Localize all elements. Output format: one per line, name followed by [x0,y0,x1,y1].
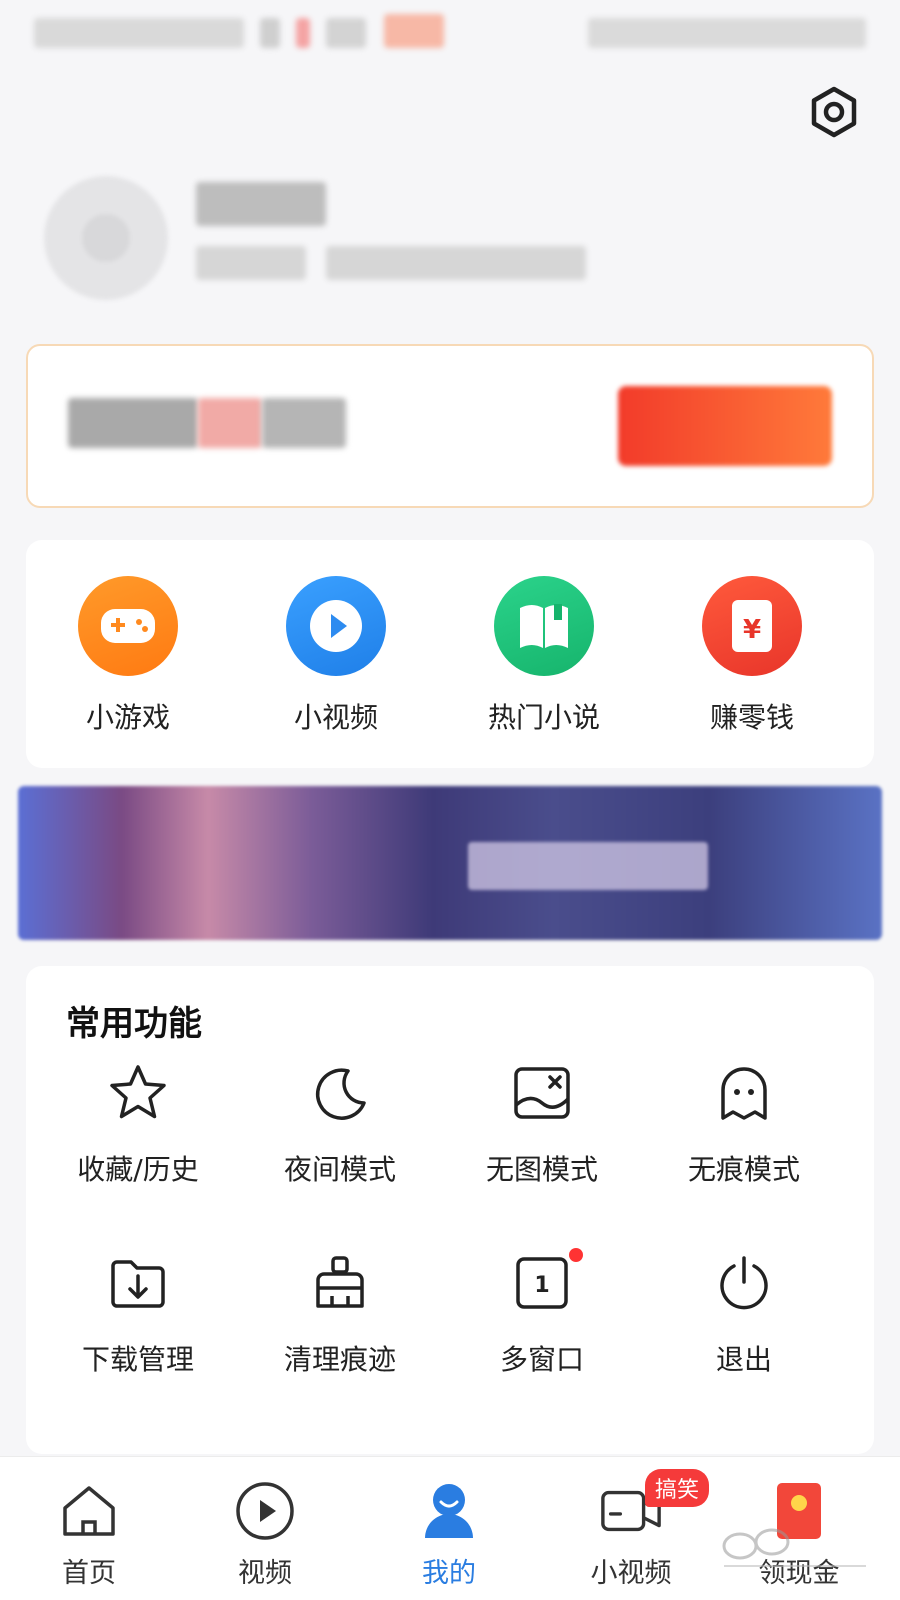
function-label: 退出 [715,1343,772,1376]
camera-icon: 搞笑 [599,1469,710,1543]
window-count-icon: 1 [507,1248,583,1318]
user-profile[interactable] [44,176,644,306]
section-title: 常用功能 [66,1004,202,1044]
play-circle-icon [286,576,386,676]
tab-label: 视频 [238,1558,292,1589]
common-functions-card: 常用功能 收藏/历史 夜间模式 无图模式 无痕模式 下载管理 清理痕迹 1 多窗… [26,966,874,1454]
function-label: 多窗口 [499,1343,584,1376]
tab-label: 首页 [62,1558,116,1589]
ghost-icon [709,1058,779,1128]
book-icon [494,576,594,676]
exit-button[interactable]: 退出 [644,1248,844,1398]
function-label: 无痕模式 [687,1153,800,1186]
function-label: 夜间模式 [283,1153,396,1186]
promo-banner[interactable] [18,786,882,940]
tab-badge: 搞笑 [645,1469,710,1507]
svg-text:¥: ¥ [743,615,761,645]
function-label: 下载管理 [81,1343,194,1376]
function-label: 清理痕迹 [283,1343,396,1376]
tab-video[interactable]: 视频 [190,1479,340,1599]
multi-window-button[interactable]: 1 多窗口 [442,1248,642,1398]
download-folder-icon [103,1248,173,1318]
username-placeholder [196,182,326,226]
notification-dot [569,1248,583,1262]
watermark-logo [710,1522,880,1578]
quick-action-games[interactable]: 小游戏 [28,576,228,736]
download-manager-button[interactable]: 下载管理 [38,1248,238,1398]
tab-label: 我的 [422,1558,476,1589]
incognito-mode-button[interactable]: 无痕模式 [644,1058,844,1208]
status-bar [34,14,866,50]
tab-home[interactable]: 首页 [14,1479,164,1599]
account-info-placeholder [196,246,306,280]
red-envelope-icon: ¥ [702,576,802,676]
favorites-history-button[interactable]: 收藏/历史 [38,1058,238,1208]
tab-me[interactable]: 我的 [374,1479,524,1599]
promo-text-placeholder-2 [198,398,262,448]
home-icon [57,1479,121,1543]
power-icon [709,1248,779,1318]
quick-actions-card: 小游戏 小视频 热门小说 ¥ 赚零钱 [26,540,874,768]
night-mode-button[interactable]: 夜间模式 [240,1058,440,1208]
brush-icon [305,1248,375,1318]
tab-short-video[interactable]: 搞笑 小视频 [556,1469,710,1599]
quick-action-short-video[interactable]: 小视频 [236,576,436,736]
promo-action-button[interactable] [618,386,832,466]
quick-action-label: 赚零钱 [709,701,794,734]
function-label: 无图模式 [485,1153,598,1186]
video-play-icon [233,1479,297,1543]
tab-label: 小视频 [590,1558,672,1589]
promo-text-placeholder-3 [262,398,346,448]
user-icon [417,1479,481,1543]
hexagon-settings-icon [811,86,857,138]
bottom-tab-bar: 首页 视频 我的 搞笑 小视频 领现金 [0,1456,900,1600]
quick-action-earn-money[interactable]: ¥ 赚零钱 [652,576,852,736]
quick-action-label: 小游戏 [85,701,170,734]
star-icon [103,1058,173,1128]
clear-history-button[interactable]: 清理痕迹 [240,1248,440,1398]
promo-card[interactable] [26,344,874,508]
no-image-icon [507,1058,577,1128]
quick-action-label: 小视频 [293,701,378,734]
promo-text-placeholder [68,398,198,448]
account-info-placeholder-2 [326,246,586,280]
quick-action-novels[interactable]: 热门小说 [444,576,644,736]
quick-action-label: 热门小说 [487,701,600,734]
no-image-mode-button[interactable]: 无图模式 [442,1058,642,1208]
settings-button[interactable] [804,82,864,142]
window-count: 1 [534,1273,549,1298]
function-label: 收藏/历史 [77,1153,199,1186]
avatar[interactable] [44,176,168,300]
moon-icon [305,1058,375,1128]
gamepad-icon [78,576,178,676]
